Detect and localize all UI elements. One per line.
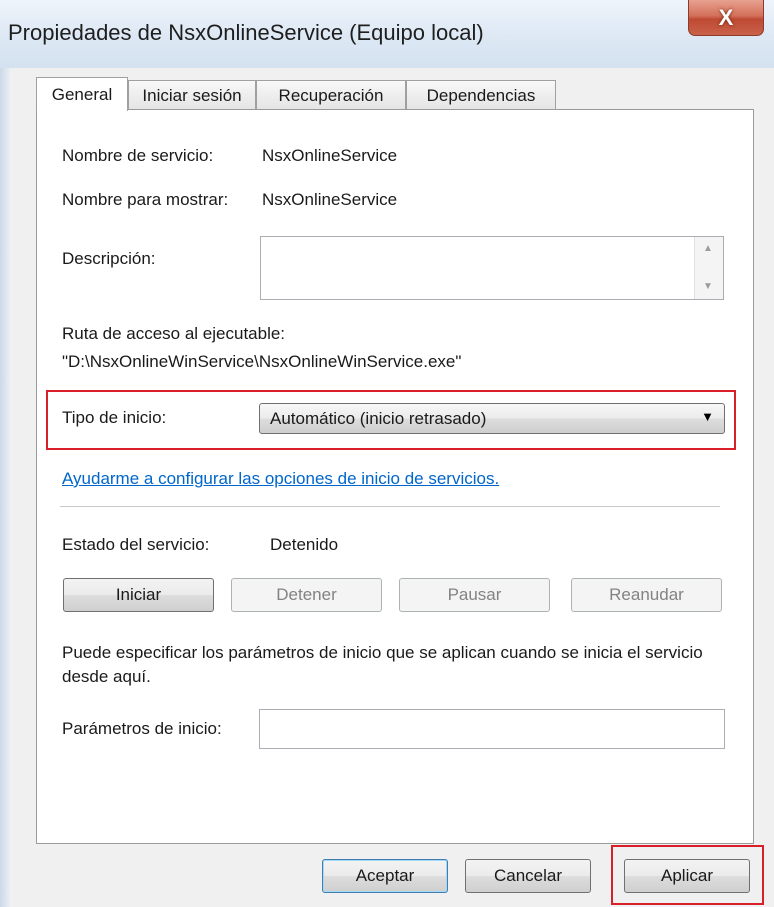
window-title: Propiedades de NsxOnlineService (Equipo … <box>8 20 484 45</box>
description-textarea[interactable]: ▲ ▼ <box>260 236 724 300</box>
exe-path-label: Ruta de acceso al ejecutable: <box>62 324 286 343</box>
startup-type-value: Automático (inicio retrasado) <box>270 409 487 428</box>
startup-help-link[interactable]: Ayudarme a configurar las opciones de in… <box>62 469 499 489</box>
params-input[interactable] <box>259 709 725 749</box>
service-status-value: Detenido <box>270 535 339 554</box>
startup-type-select[interactable]: Automático (inicio retrasado) ▼ <box>259 403 725 434</box>
service-status-label: Estado del servicio: <box>62 535 210 554</box>
separator <box>60 506 720 507</box>
close-icon: X <box>718 4 734 30</box>
stop-button[interactable]: Detener <box>231 578 382 612</box>
ok-button[interactable]: Aceptar <box>322 859 448 893</box>
description-scrollbar[interactable]: ▲ ▼ <box>694 237 723 299</box>
cancel-button[interactable]: Cancelar <box>465 859 591 893</box>
service-name-value: NsxOnlineService <box>262 146 398 165</box>
display-name-label: Nombre para mostrar: <box>62 190 229 209</box>
title-bar: Propiedades de NsxOnlineService (Equipo … <box>0 0 774 69</box>
tab-general[interactable]: General <box>36 77 128 111</box>
tab-recuperacion[interactable]: Recuperación <box>256 80 406 110</box>
service-name-label: Nombre de servicio: <box>62 146 214 165</box>
scroll-down-icon[interactable]: ▼ <box>703 281 713 292</box>
start-button[interactable]: Iniciar <box>63 578 214 612</box>
window-frame-edge <box>0 68 10 907</box>
scroll-up-icon[interactable]: ▲ <box>703 243 713 254</box>
resume-button[interactable]: Reanudar <box>571 578 722 612</box>
description-label: Descripción: <box>62 249 156 268</box>
params-label: Parámetros de inicio: <box>62 719 222 738</box>
tab-dependencias[interactable]: Dependencias <box>406 80 556 110</box>
exe-path-value: "D:\NsxOnlineWinService\NsxOnlineWinServ… <box>62 352 462 371</box>
apply-button[interactable]: Aplicar <box>624 859 750 893</box>
pause-button[interactable]: Pausar <box>399 578 550 612</box>
params-hint: Puede especificar los parámetros de inic… <box>62 643 703 686</box>
close-button[interactable]: X <box>688 0 764 36</box>
tab-iniciar-sesion[interactable]: Iniciar sesión <box>128 80 256 110</box>
startup-type-label: Tipo de inicio: <box>62 408 167 427</box>
chevron-down-icon: ▼ <box>701 409 714 424</box>
display-name-value: NsxOnlineService <box>262 190 398 209</box>
